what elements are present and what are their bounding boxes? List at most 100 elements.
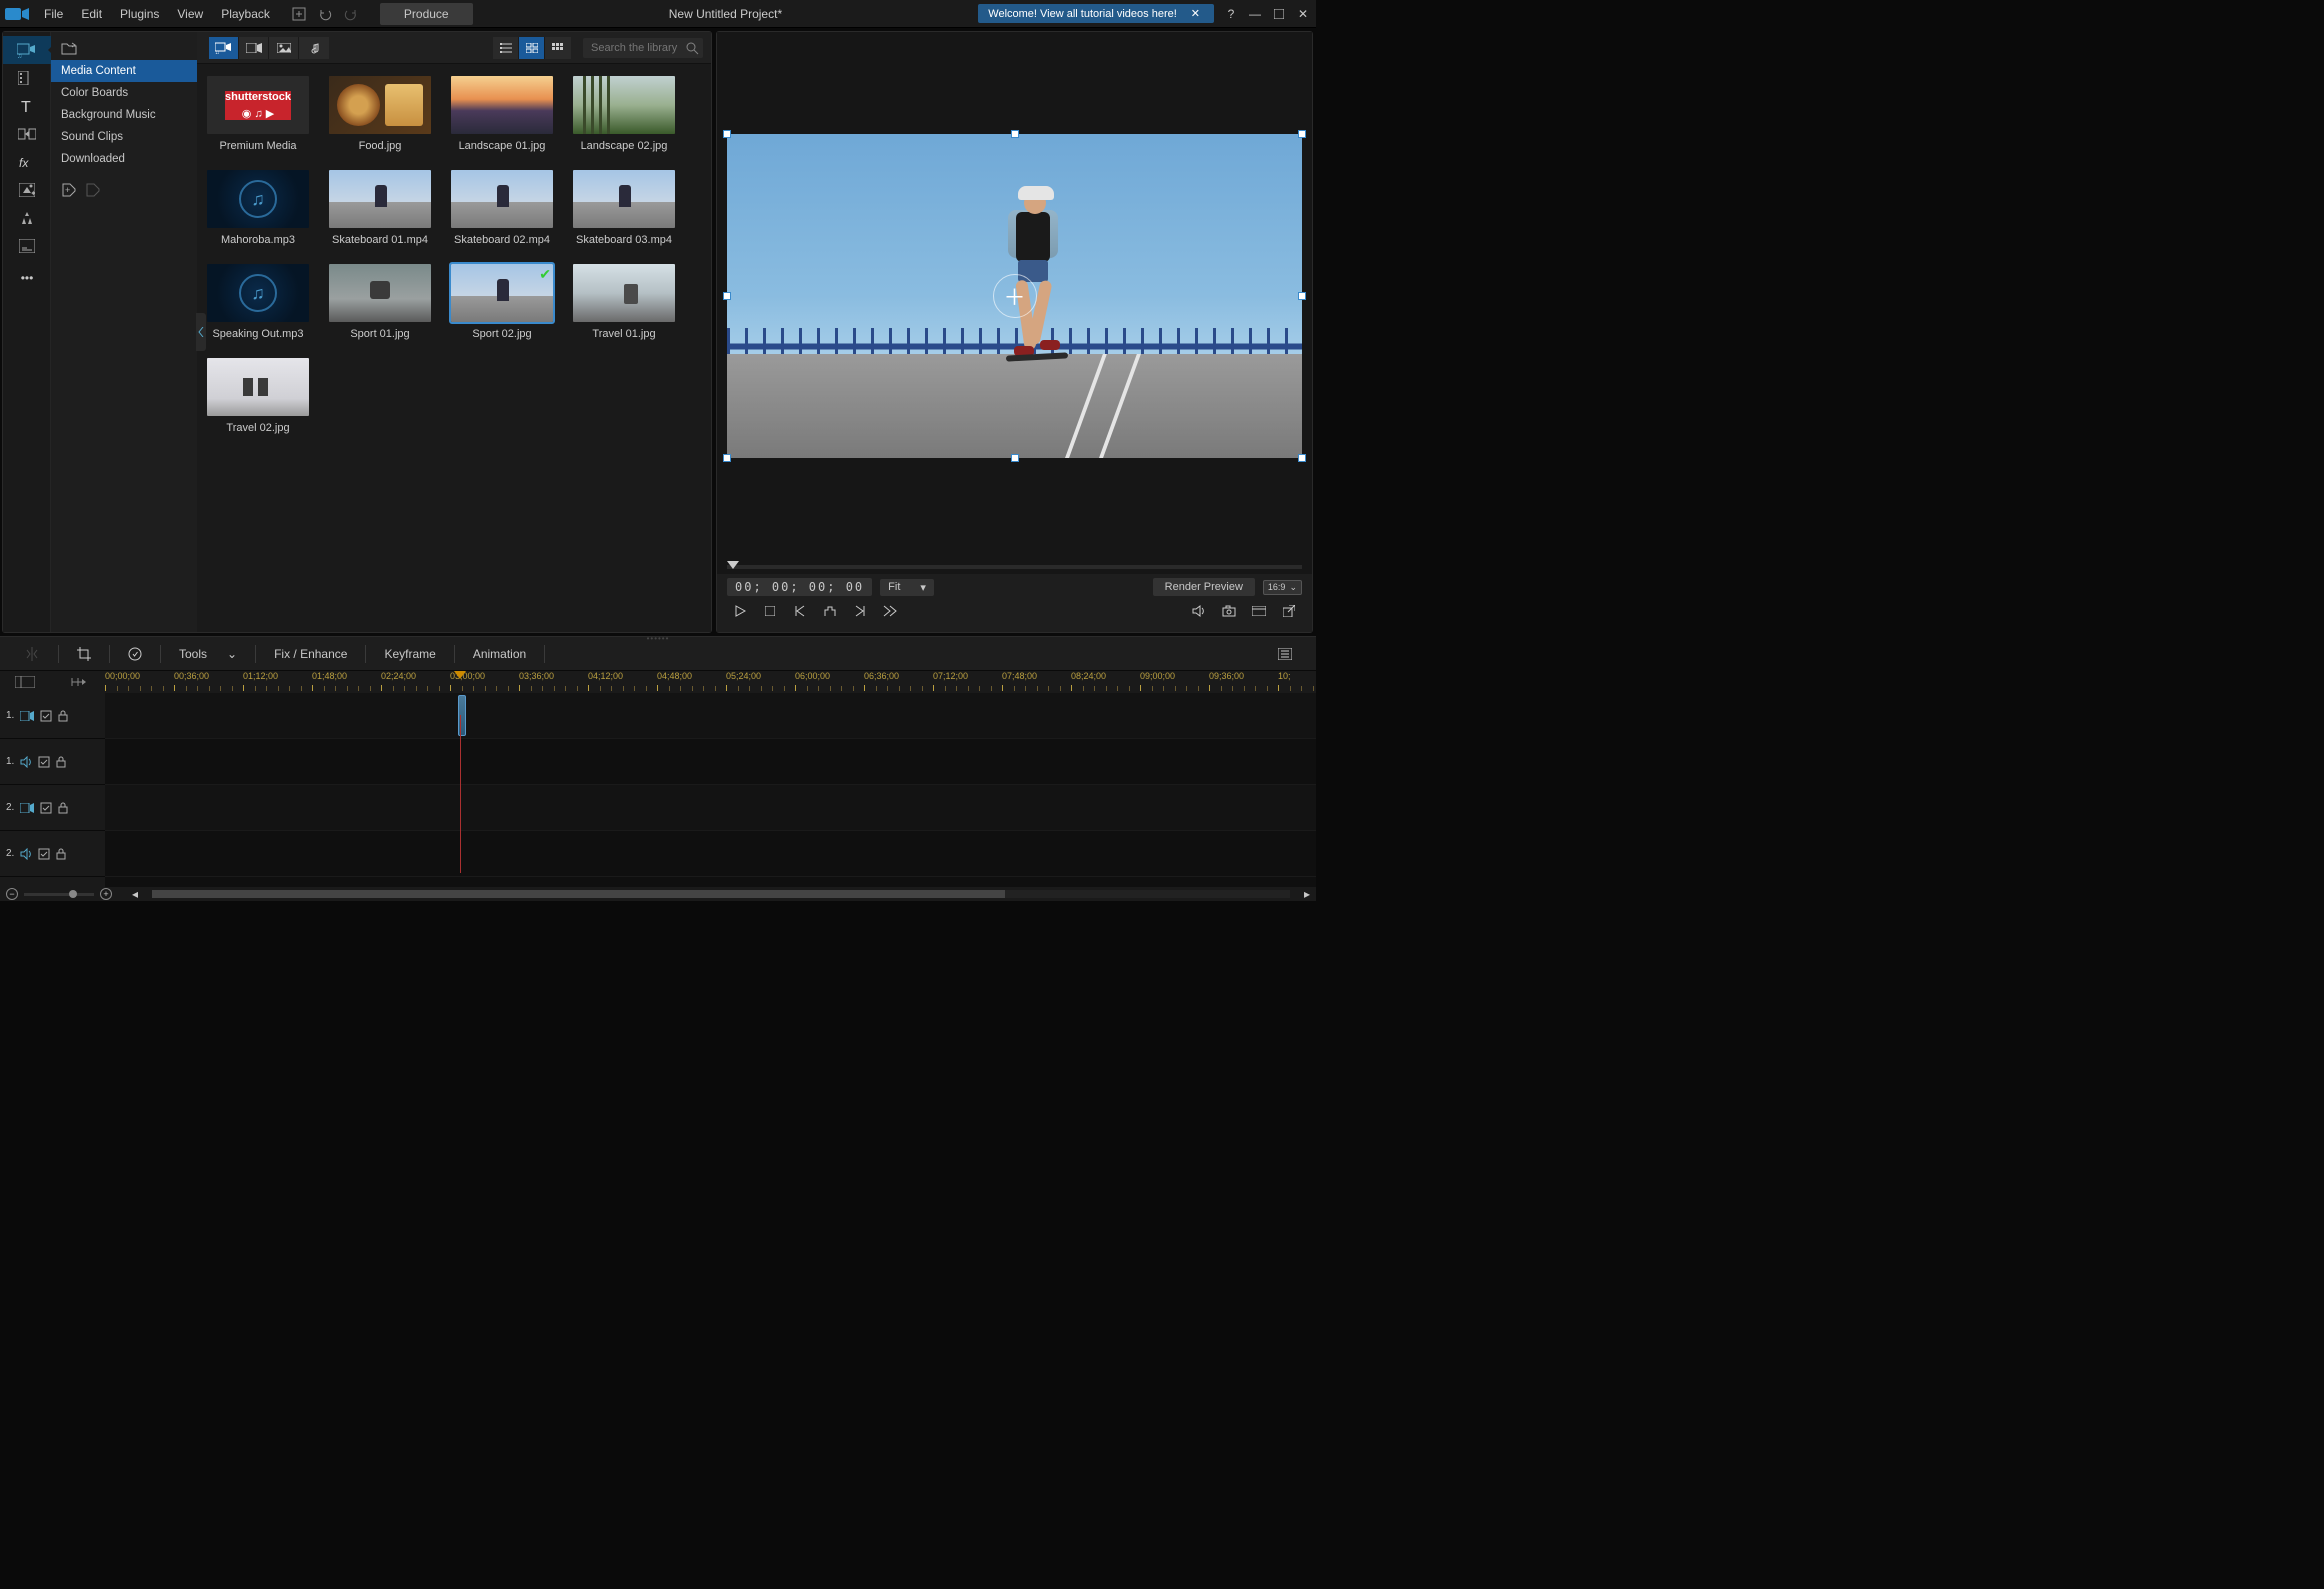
animation-button[interactable]: Animation — [459, 637, 540, 670]
timecode[interactable]: 00; 00; 00; 00 — [727, 578, 872, 596]
playhead[interactable] — [454, 671, 466, 679]
media-item[interactable]: shutterstock◉ ♫ ▶Premium Media — [207, 76, 309, 152]
view-grid-large-icon[interactable] — [519, 37, 545, 59]
track-row[interactable] — [105, 693, 1316, 739]
minimize-icon[interactable]: — — [1246, 5, 1264, 23]
step-icon[interactable] — [817, 600, 843, 622]
resize-handle[interactable] — [1011, 130, 1019, 138]
sidebar-collapse-handle[interactable] — [196, 313, 206, 351]
menu-plugins[interactable]: Plugins — [112, 3, 167, 25]
sidebar-item[interactable]: Sound Clips — [51, 126, 197, 148]
room-transition-icon[interactable] — [3, 120, 51, 148]
track-markers-icon[interactable] — [50, 671, 105, 693]
track-header[interactable]: 2. — [0, 831, 105, 877]
menu-view[interactable]: View — [169, 3, 211, 25]
track-row[interactable] — [105, 831, 1316, 877]
maximize-icon[interactable] — [1270, 5, 1288, 23]
render-preview-button[interactable]: Render Preview — [1153, 578, 1255, 596]
media-thumbnail[interactable] — [329, 264, 431, 322]
media-item[interactable]: Skateboard 03.mp4 — [573, 170, 675, 246]
resize-handle[interactable] — [1298, 454, 1306, 462]
play-icon[interactable] — [727, 600, 753, 622]
filter-all-icon[interactable]: ♫ — [209, 37, 239, 59]
sidebar-item[interactable]: Background Music — [51, 104, 197, 126]
resize-handle[interactable] — [1298, 292, 1306, 300]
sidebar-item[interactable]: Color Boards — [51, 82, 197, 104]
filter-video-icon[interactable] — [239, 37, 269, 59]
welcome-close-icon[interactable]: ✕ — [1187, 7, 1204, 20]
resize-handle[interactable] — [723, 292, 731, 300]
import-folder-icon[interactable] — [61, 41, 77, 55]
volume-icon[interactable] — [1186, 600, 1212, 622]
aspect-ratio-badge[interactable]: 16:9⌄ — [1263, 580, 1302, 595]
track-header[interactable]: 2. — [0, 785, 105, 831]
media-item[interactable]: Food.jpg — [329, 76, 431, 152]
help-icon[interactable]: ? — [1222, 5, 1240, 23]
split-icon[interactable] — [10, 637, 54, 670]
resize-handle[interactable] — [723, 130, 731, 138]
sidebar-item[interactable]: Media Content — [51, 60, 197, 82]
track-view-mode-icon[interactable] — [0, 671, 50, 693]
undo-icon[interactable] — [316, 5, 334, 23]
sidebar-item[interactable]: Downloaded — [51, 148, 197, 170]
media-thumbnail[interactable] — [573, 264, 675, 322]
zoom-out-icon[interactable]: − — [6, 888, 18, 900]
menu-playback[interactable]: Playback — [213, 3, 278, 25]
close-icon[interactable]: ✕ — [1294, 5, 1312, 23]
prev-frame-icon[interactable] — [787, 600, 813, 622]
media-item[interactable]: Travel 02.jpg — [207, 358, 309, 434]
filter-audio-icon[interactable] — [299, 37, 329, 59]
filter-image-icon[interactable] — [269, 37, 299, 59]
new-project-icon[interactable] — [290, 5, 308, 23]
welcome-banner[interactable]: Welcome! View all tutorial videos here! … — [978, 4, 1214, 23]
tools-dropdown[interactable]: Tools⌄ — [165, 637, 251, 670]
preview-seek-bar[interactable] — [717, 560, 1312, 574]
resize-handle[interactable] — [723, 454, 731, 462]
media-thumbnail[interactable] — [207, 358, 309, 416]
zoom-select[interactable]: Fit▾ — [880, 579, 934, 596]
resize-handle[interactable] — [1298, 130, 1306, 138]
room-title-icon[interactable]: T — [3, 92, 51, 120]
menu-file[interactable]: File — [36, 3, 71, 25]
zoom-in-icon[interactable]: + — [100, 888, 112, 900]
preview-viewport[interactable]: ＋ — [717, 32, 1312, 560]
track-body[interactable] — [105, 693, 1316, 887]
track-visible-icon[interactable] — [40, 710, 52, 722]
preview-frame[interactable]: ＋ — [727, 134, 1302, 458]
media-thumbnail[interactable] — [329, 76, 431, 134]
room-subtitle-icon[interactable] — [3, 232, 51, 260]
fast-forward-icon[interactable] — [877, 600, 903, 622]
timeline-ruler[interactable]: 00;00;0000;36;0001;12;0001;48;0002;24;00… — [105, 671, 1316, 693]
track-visible-icon[interactable] — [38, 848, 50, 860]
next-frame-icon[interactable] — [847, 600, 873, 622]
media-thumbnail[interactable] — [573, 170, 675, 228]
track-lock-icon[interactable] — [58, 710, 68, 722]
media-item[interactable]: Skateboard 02.mp4 — [451, 170, 553, 246]
resize-handle[interactable] — [1011, 454, 1019, 462]
media-thumbnail[interactable] — [329, 170, 431, 228]
playhead-line[interactable] — [460, 715, 461, 873]
room-fx-icon[interactable]: fx — [3, 148, 51, 176]
search-icon[interactable] — [685, 41, 699, 55]
media-item[interactable]: Landscape 02.jpg — [573, 76, 675, 152]
view-grid-small-icon[interactable] — [545, 37, 571, 59]
tag-remove-icon[interactable] — [85, 182, 101, 198]
snapshot-icon[interactable] — [1216, 600, 1242, 622]
media-item[interactable]: ♫Mahoroba.mp3 — [207, 170, 309, 246]
track-header[interactable]: 1. — [0, 739, 105, 785]
track-lock-icon[interactable] — [58, 802, 68, 814]
timeline-hscroll[interactable] — [152, 890, 1290, 898]
room-media-icon[interactable]: ♫ — [3, 36, 51, 64]
dock-icon[interactable] — [1246, 600, 1272, 622]
crop-icon[interactable] — [63, 637, 105, 670]
media-thumbnail[interactable]: ✔ — [451, 264, 553, 322]
zoom-slider[interactable] — [24, 893, 94, 896]
hscroll-right-icon[interactable]: ▸ — [1304, 887, 1310, 901]
sync-icon[interactable] — [114, 637, 156, 670]
media-thumbnail[interactable] — [451, 76, 553, 134]
panel-gripper[interactable]: •••••• — [647, 634, 670, 643]
room-more-icon[interactable]: ••• — [3, 264, 51, 292]
media-thumbnail[interactable] — [573, 76, 675, 134]
media-item[interactable]: Landscape 01.jpg — [451, 76, 553, 152]
stop-icon[interactable] — [757, 600, 783, 622]
